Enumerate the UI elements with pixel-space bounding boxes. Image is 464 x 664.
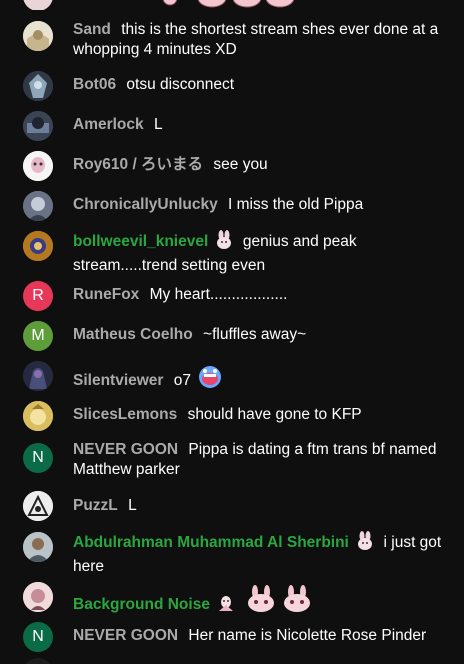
- user-avatar[interactable]: R: [23, 281, 53, 311]
- message-body: Matheus Coelho ~fluffles away~: [73, 325, 450, 345]
- message-text: L: [153, 116, 163, 133]
- author-name[interactable]: SlicesLemons: [73, 406, 177, 423]
- chat-message: R RuneFox My heart..................: [0, 280, 464, 312]
- message-body: Bot06 otsu disconnect: [73, 75, 450, 95]
- author-name[interactable]: Matheus Coelho: [73, 326, 193, 343]
- message-body: NEVER GOON Her name is Nicolette Rose Pi…: [73, 626, 450, 646]
- message-body: NEVER GOON Pippa is dating a ftm trans b…: [73, 440, 450, 480]
- message-text: I miss the old Pippa: [228, 196, 364, 213]
- chat-message: Sand this is the shortest stream shes ev…: [0, 20, 464, 62]
- message-body: ChronicallyUnlucky I miss the old Pippa: [73, 195, 450, 215]
- message-body: Roy610 / ろいまる see you: [73, 155, 450, 175]
- message-body: Silentviewer o7: [73, 365, 450, 395]
- author-name[interactable]: bollweevil_knievel: [73, 233, 208, 250]
- member-badge-icon: [216, 593, 236, 619]
- message-body: Background Noise: [73, 585, 450, 619]
- message-text: ~fluffles away~: [203, 326, 307, 343]
- author-name[interactable]: Sand: [73, 21, 111, 38]
- message-body: RuneFox My heart..................: [73, 285, 450, 305]
- message-body: Sand this is the shortest stream shes ev…: [73, 20, 450, 60]
- user-avatar[interactable]: [23, 532, 53, 562]
- author-name[interactable]: NEVER GOON: [73, 627, 178, 644]
- chat-message: Background Noise: [0, 581, 464, 615]
- chat-message: PuzzL L: [0, 491, 464, 523]
- bunny-emote-icon: [281, 585, 313, 619]
- user-avatar[interactable]: N: [23, 443, 53, 473]
- message-text: should have gone to KFP: [187, 406, 362, 423]
- user-avatar[interactable]: M: [23, 321, 53, 351]
- user-avatar[interactable]: [23, 151, 53, 181]
- message-text: otsu disconnect: [126, 76, 235, 93]
- chat-message: N NEVER GOON Pippa is dating a ftm trans…: [0, 440, 464, 482]
- chat-message: bollweevil_knievel genius and peak strea…: [0, 230, 464, 274]
- message-body: Abdulrahman Muhammad Al Sherbini i just …: [73, 531, 450, 577]
- user-avatar[interactable]: N: [23, 622, 53, 652]
- message-body: SlicesLemons should have gone to KFP: [73, 405, 450, 425]
- chat-message: ChronicallyUnlucky I miss the old Pippa: [0, 190, 464, 222]
- user-avatar[interactable]: [23, 658, 53, 664]
- author-name[interactable]: ChronicallyUnlucky: [73, 196, 218, 213]
- chat-message: Roy610 / ろいまる see you: [0, 150, 464, 182]
- user-avatar[interactable]: [23, 21, 53, 51]
- message-text: o7: [173, 372, 192, 389]
- author-name[interactable]: PuzzL: [73, 497, 118, 514]
- author-name[interactable]: RuneFox: [73, 286, 139, 303]
- author-name[interactable]: Background Noise: [73, 596, 210, 613]
- message-text: Her name is Nicolette Rose Pinder: [188, 627, 427, 644]
- member-badge-icon: [355, 531, 375, 557]
- chat-message: Silentviewer o7: [0, 360, 464, 392]
- author-name[interactable]: Roy610 / ろいまる: [73, 156, 203, 173]
- chat-message: M Matheus Coelho ~fluffles away~: [0, 320, 464, 352]
- author-name[interactable]: Abdulrahman Muhammad Al Sherbini: [73, 534, 349, 551]
- user-avatar[interactable]: [23, 191, 53, 221]
- chat-message: Abdulrahman Muhammad Al Sherbini i just …: [0, 531, 464, 575]
- message-body: bollweevil_knievel genius and peak strea…: [73, 230, 450, 276]
- author-name[interactable]: NEVER GOON: [73, 441, 178, 458]
- chat-message: Bot06 otsu disconnect: [0, 70, 464, 102]
- chat-message: SlicesLemons should have gone to KFP: [0, 400, 464, 432]
- message-text: this is the shortest stream shes ever do…: [73, 21, 439, 58]
- message-body: Amerlock L: [73, 115, 450, 135]
- message-text: see you: [213, 156, 268, 173]
- chat-message: Amerlock L: [0, 110, 464, 142]
- previous-message-emotes: [0, 0, 464, 11]
- user-avatar[interactable]: [23, 111, 53, 141]
- user-avatar[interactable]: [23, 401, 53, 431]
- user-avatar[interactable]: [23, 491, 53, 521]
- laughing-emote-icon: [195, 365, 225, 395]
- message-text: L: [128, 497, 137, 514]
- bunny-emote-icon: [245, 585, 277, 619]
- live-chat: Sand this is the shortest stream shes ev…: [0, 0, 464, 664]
- user-avatar[interactable]: [23, 582, 53, 612]
- chat-message: N NEVER GOON Her name is Nicolette Rose …: [0, 621, 464, 653]
- user-avatar[interactable]: [23, 361, 53, 391]
- author-name[interactable]: Bot06: [73, 76, 116, 93]
- message-body: PuzzL L: [73, 496, 450, 516]
- author-name[interactable]: Amerlock: [73, 116, 144, 133]
- author-name[interactable]: Silentviewer: [73, 372, 163, 389]
- message-text: My heart..................: [149, 286, 288, 303]
- emote-row-image: [23, 0, 295, 11]
- member-badge-icon: [214, 230, 234, 256]
- user-avatar[interactable]: [23, 231, 53, 261]
- user-avatar[interactable]: [23, 71, 53, 101]
